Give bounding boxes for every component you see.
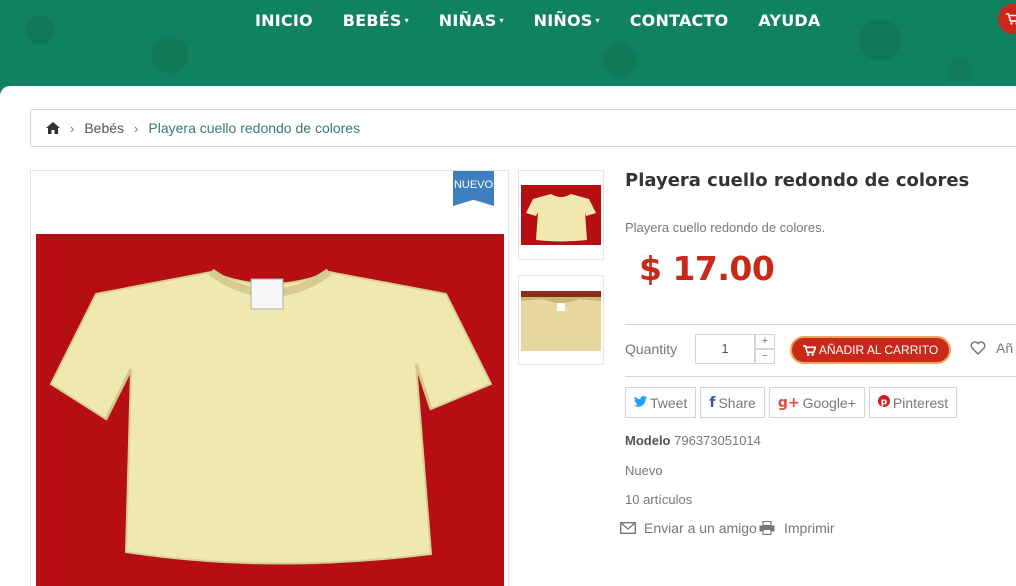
tweet-button[interactable]: Tweet — [625, 387, 697, 418]
share-label: Share — [718, 394, 756, 411]
nav-label: CONTACTO — [629, 10, 729, 30]
nav-item-contacto[interactable]: CONTACTO — [630, 11, 729, 30]
nav-label: AYUDA — [758, 10, 821, 30]
product-stock: 10 artículos — [625, 492, 693, 507]
product-title: Playera cuello redondo de colores — [625, 170, 970, 191]
quantity-label: Quantity — [625, 341, 678, 357]
pinterest-button[interactable]: p Pinterest — [868, 387, 958, 418]
product-reference: Modelo 796373051014 — [625, 433, 761, 448]
nav-label: INICIO — [255, 10, 313, 30]
nav-label: NIÑOS — [533, 10, 593, 30]
breadcrumb-separator: › — [70, 120, 75, 136]
new-badge: NUEVO — [453, 171, 494, 206]
top-navbar: INICIO BEBÉS ▾ NIÑAS ▾ NIÑOS ▾ CONTACTO AYU… — [0, 0, 1016, 100]
product-photo — [36, 234, 504, 586]
pinterest-label: Pinterest — [892, 394, 949, 411]
quantity-increase-button[interactable]: + — [755, 334, 775, 349]
tweet-label: Tweet — [650, 394, 688, 411]
social-share-buttons: Tweet f Share g+ Google+ p Pinterest — [625, 387, 961, 418]
cart-icon[interactable] — [998, 4, 1016, 34]
product-short-description: Playera cuello redondo de colores. — [625, 220, 826, 235]
product-thumbnail[interactable] — [518, 170, 604, 260]
nav-item-ayuda[interactable]: AYUDA — [758, 11, 820, 30]
send-to-friend-link[interactable]: Enviar a un amigo — [620, 520, 757, 536]
page-content: › Bebés › Playera cuello redondo de colo… — [0, 86, 1016, 586]
nav-label: BEBÉS — [342, 10, 402, 30]
product-thumbnail[interactable] — [518, 275, 604, 365]
breadcrumb-current: Playera cuello redondo de colores — [148, 120, 361, 136]
google-plus-icon: g+ — [777, 394, 800, 411]
home-icon[interactable] — [46, 122, 60, 134]
divider — [625, 376, 1016, 377]
quantity-decrease-button[interactable]: − — [755, 349, 775, 364]
svg-text:p: p — [881, 397, 888, 407]
google-plus-button[interactable]: g+ Google+ — [768, 387, 865, 418]
google-plus-label: Google+ — [802, 394, 856, 411]
quantity-input[interactable]: 1 — [695, 334, 755, 364]
breadcrumb-link-category[interactable]: Bebés — [84, 120, 124, 136]
printer-icon — [759, 521, 775, 535]
model-label: Modelo — [625, 433, 671, 448]
pinterest-icon: p — [877, 394, 890, 411]
wishlist-label: Añ — [996, 340, 1014, 356]
nav-item-bebes[interactable]: BEBÉS ▾ — [343, 11, 409, 30]
caret-down-icon: ▾ — [404, 15, 409, 25]
product-price: $ 17.00 — [639, 249, 775, 288]
add-to-cart-button[interactable]: AÑADIR AL CARRITO — [790, 336, 951, 364]
divider — [625, 324, 1016, 325]
twitter-icon — [634, 395, 647, 411]
breadcrumb-separator: › — [134, 120, 139, 136]
facebook-share-button[interactable]: f Share — [700, 387, 765, 418]
facebook-icon: f — [709, 394, 716, 411]
nav-item-inicio[interactable]: INICIO — [255, 11, 313, 30]
cart-icon — [802, 344, 816, 356]
product-main-image[interactable]: NUEVO — [30, 170, 509, 586]
heart-icon — [970, 341, 986, 355]
main-menu: INICIO BEBÉS ▾ NIÑAS ▾ NIÑOS ▾ CONTACTO AYU… — [240, 0, 835, 40]
caret-down-icon: ▾ — [595, 15, 600, 25]
print-label: Imprimir — [784, 520, 835, 536]
wishlist-button[interactable]: Añ — [970, 340, 1013, 356]
caret-down-icon: ▾ — [499, 15, 504, 25]
send-to-friend-label: Enviar a un amigo — [644, 520, 757, 536]
breadcrumb: › Bebés › Playera cuello redondo de colo… — [30, 109, 1016, 147]
add-to-cart-label: AÑADIR AL CARRITO — [818, 343, 939, 357]
nav-item-ninos[interactable]: NIÑOS ▾ — [534, 11, 600, 30]
product-condition: Nuevo — [625, 463, 663, 478]
nav-item-ninas[interactable]: NIÑAS ▾ — [439, 11, 504, 30]
model-value: 796373051014 — [674, 433, 761, 448]
thumbnail-image — [521, 185, 601, 245]
print-link[interactable]: Imprimir — [759, 520, 835, 536]
thumbnail-image — [521, 291, 601, 351]
nav-label: NIÑAS — [438, 10, 497, 30]
envelope-icon — [620, 522, 636, 534]
